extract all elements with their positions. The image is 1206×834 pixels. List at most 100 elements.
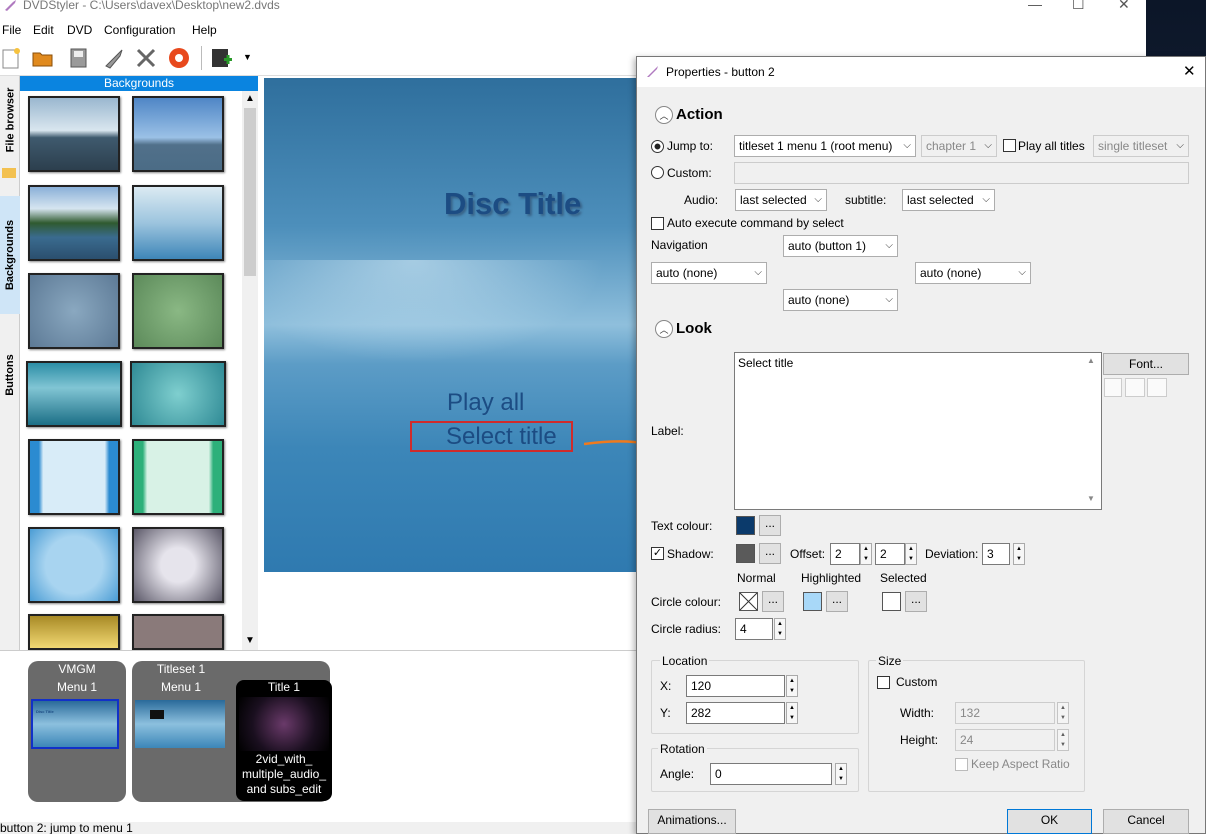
vmgm-menu-thumbnail[interactable] (31, 699, 119, 749)
navigation-label: Navigation (651, 238, 708, 252)
background-thumbnail[interactable] (130, 361, 226, 427)
navigation-left-select[interactable]: auto (none) ⌵ (651, 262, 767, 284)
background-thumbnail[interactable] (28, 439, 120, 515)
background-thumbnail[interactable] (132, 96, 224, 172)
audio-select[interactable]: last selected ⌵ (735, 189, 827, 211)
canvas-disc-title[interactable]: Disc Title (444, 186, 581, 222)
shadow-checkbox[interactable]: ✓ (651, 547, 664, 560)
minimize-button[interactable]: — (1028, 0, 1042, 12)
title-1-label: Title 1 (267, 680, 301, 694)
text-colour-button[interactable]: ... (759, 515, 781, 536)
angle-spinner[interactable]: ▲ ▼ (835, 763, 847, 785)
dialog-close-icon[interactable]: ✕ (1183, 62, 1196, 80)
ok-button[interactable]: OK (1007, 809, 1092, 834)
new-icon[interactable] (0, 46, 24, 70)
angle-input[interactable]: 0 (710, 763, 832, 785)
deviation-input[interactable]: 3 (982, 543, 1010, 565)
add-video-icon[interactable] (210, 46, 234, 70)
save-icon[interactable] (67, 46, 91, 70)
circle-radius-spinner[interactable]: ▲ ▼ (774, 618, 786, 640)
size-height-input: 24 (955, 729, 1055, 751)
custom-radio[interactable] (651, 166, 664, 179)
normal-colour-button[interactable]: ... (762, 591, 784, 612)
subtitle-label: subtitle: (845, 193, 887, 207)
background-thumbnail[interactable] (28, 185, 120, 261)
action-heading: Action (676, 106, 723, 123)
play-all-titles-checkbox[interactable] (1003, 139, 1016, 152)
location-x-spinner[interactable]: ▲ ▼ (786, 675, 798, 697)
maximize-button[interactable]: ☐ (1072, 0, 1085, 13)
navigation-right-select[interactable]: auto (none) ⌵ (915, 262, 1031, 284)
canvas-button-play-all[interactable]: Play all (447, 389, 524, 417)
title-1-filename: 2vid_with_ multiple_audio_ and subs_edit (241, 752, 327, 796)
label-textarea[interactable]: Select title (734, 352, 1102, 510)
size-height-label: Height: (900, 733, 939, 747)
highlighted-colour-button[interactable]: ... (826, 591, 848, 612)
menu-help[interactable]: Help (192, 23, 217, 37)
dropdown-arrow-icon[interactable]: ▼ (243, 52, 252, 62)
font-button[interactable]: Font... (1103, 353, 1189, 375)
menu-dvd[interactable]: DVD (67, 23, 92, 37)
selected-colour-button[interactable]: ... (905, 591, 927, 612)
background-thumbnail[interactable] (132, 185, 224, 261)
scroll-up-icon[interactable]: ▲ (245, 93, 255, 104)
jump-to-radio[interactable] (651, 140, 664, 153)
location-y-input[interactable]: 282 (686, 702, 785, 724)
size-custom-checkbox[interactable] (877, 676, 890, 689)
tab-buttons[interactable]: Buttons (0, 345, 20, 405)
background-thumbnail[interactable] (132, 614, 224, 650)
close-window-button[interactable]: ✕ (1118, 0, 1130, 13)
menu-configuration[interactable]: Configuration (104, 23, 175, 37)
deviation-label: Deviation: (925, 547, 979, 561)
circle-colour-label: Circle colour: (651, 595, 722, 609)
offset-y-input[interactable]: 2 (875, 543, 905, 565)
tab-file-browser[interactable]: File browser (0, 80, 20, 160)
circle-radius-input[interactable]: 4 (735, 618, 773, 640)
cancel-button[interactable]: Cancel (1103, 809, 1189, 834)
offset-x-spinner[interactable]: ▲ ▼ (860, 543, 872, 565)
background-thumbnail[interactable] (28, 273, 120, 349)
navigation-down-select[interactable]: auto (none) ⌵ (783, 289, 898, 311)
subtitle-select[interactable]: last selected ⌵ (902, 189, 995, 211)
offset-y-spinner[interactable]: ▲ ▼ (905, 543, 917, 565)
background-thumbnail[interactable] (132, 273, 224, 349)
shadow-colour-swatch (736, 544, 755, 563)
shadow-colour-button[interactable]: ... (759, 543, 781, 564)
scrollbar-thumb[interactable] (244, 108, 256, 276)
offset-x-input[interactable]: 2 (830, 543, 860, 565)
jump-to-select[interactable]: titleset 1 menu 1 (root menu) ⌵ (734, 135, 916, 157)
menu-edit[interactable]: Edit (33, 23, 54, 37)
animations-button[interactable]: Animations... (648, 809, 736, 834)
audio-label: Audio: (684, 193, 719, 207)
textarea-scroll-down-icon[interactable]: ▼ (1087, 494, 1095, 503)
titleset-menu-thumbnail[interactable] (135, 700, 225, 748)
align-center-icon[interactable] (1125, 378, 1145, 397)
background-thumbnail[interactable] (28, 96, 120, 172)
burn-icon[interactable] (102, 46, 126, 70)
shadow-label: Shadow: (667, 547, 714, 561)
disc-icon[interactable] (167, 46, 191, 70)
align-right-icon[interactable] (1147, 378, 1167, 397)
background-thumbnail[interactable] (28, 527, 120, 603)
location-y-spinner[interactable]: ▲ ▼ (786, 702, 798, 724)
auto-execute-checkbox[interactable] (651, 217, 664, 230)
size-width-label: Width: (900, 706, 935, 720)
collapse-action-icon[interactable]: ︿ (655, 106, 673, 124)
background-thumbnail[interactable] (132, 527, 224, 603)
scroll-down-icon[interactable]: ▼ (245, 635, 255, 646)
status-bar: button 2: jump to menu 1 (0, 822, 638, 834)
background-thumbnail[interactable] (132, 439, 224, 515)
textarea-scroll-up-icon[interactable]: ▲ (1087, 356, 1095, 365)
tab-backgrounds[interactable]: Backgrounds (0, 196, 20, 314)
background-thumbnail[interactable] (26, 361, 122, 427)
collapse-look-icon[interactable]: ︿ (655, 320, 673, 338)
menu-file[interactable]: File (2, 23, 21, 37)
navigation-up-select[interactable]: auto (button 1) ⌵ (783, 235, 898, 257)
vmgm-label: VMGM (58, 662, 96, 676)
location-x-input[interactable]: 120 (686, 675, 785, 697)
align-left-icon[interactable] (1104, 378, 1122, 397)
settings-icon[interactable] (134, 46, 158, 70)
deviation-spinner[interactable]: ▲ ▼ (1013, 543, 1025, 565)
open-icon[interactable] (31, 46, 55, 70)
background-thumbnail[interactable] (28, 614, 120, 650)
